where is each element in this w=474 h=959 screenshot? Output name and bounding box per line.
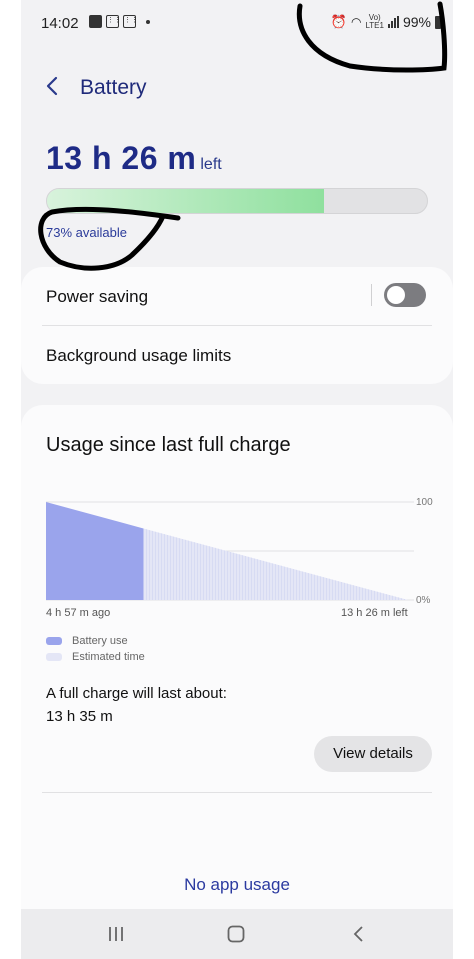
gallery-icon — [89, 15, 102, 28]
time-left: 13 h 26 m left — [46, 140, 222, 177]
back-arrow-icon[interactable] — [43, 74, 63, 98]
time-left-label: left — [200, 156, 222, 173]
volte-icon: Vo) LTE1 — [365, 13, 384, 30]
full-charge-value: 13 h 35 m — [46, 708, 113, 725]
battery-level-fill — [47, 189, 325, 213]
wifi-icon: ◠ — [350, 15, 362, 29]
toggle-separator — [371, 284, 372, 306]
alarm-icon: ⏰ — [330, 14, 347, 29]
status-time: 14:02 — [41, 15, 79, 32]
usage-chart — [46, 501, 414, 601]
battery-available: 73% available — [46, 225, 127, 240]
status-right: ⏰ ◠ Vo) LTE1 99% — [331, 14, 441, 30]
legend-swatch — [46, 653, 62, 661]
battery-icon — [435, 15, 441, 29]
battery-percent: 99% — [402, 14, 431, 30]
legend-label: Battery use — [72, 635, 128, 647]
background-usage-limits[interactable]: Background usage limits — [46, 346, 231, 366]
page-title: Battery — [80, 76, 147, 99]
status-bar: 14:02 ⋮⋮ ⋮⋮ ⏰ ◠ Vo) LTE1 99% — [21, 0, 453, 44]
app-grid-icon: ⋮⋮ — [106, 15, 121, 28]
x-tick-label: 13 h 26 m left — [341, 607, 408, 619]
signal-icon — [387, 16, 399, 28]
notification-icons: ⋮⋮ ⋮⋮ — [89, 15, 150, 28]
x-tick-label: 4 h 57 m ago — [46, 607, 111, 619]
battery-level-bar — [46, 188, 428, 214]
app-grid-icon-2: ⋮⋮ — [123, 15, 138, 28]
full-charge-label: A full charge will last about: — [46, 685, 227, 702]
legend-battery-use: Battery use — [46, 635, 128, 647]
legend-estimated-time: Estimated time — [46, 651, 145, 663]
back-nav-icon[interactable] — [343, 909, 373, 959]
y-tick-label: 100 — [416, 497, 433, 508]
usage-title: Usage since last full charge — [46, 434, 291, 456]
view-details-button[interactable]: View details — [314, 736, 432, 772]
toggle-knob — [387, 286, 405, 304]
power-saving-toggle[interactable] — [384, 283, 426, 307]
home-icon[interactable] — [221, 909, 251, 959]
time-left-value: 13 h 26 m — [46, 140, 197, 176]
divider — [42, 325, 432, 326]
legend-label: Estimated time — [72, 651, 145, 663]
navigation-bar — [21, 909, 453, 959]
legend-swatch — [46, 637, 62, 645]
phone-screen: 14:02 ⋮⋮ ⋮⋮ ⏰ ◠ Vo) LTE1 99% Battery 13 … — [21, 0, 453, 959]
y-tick-label: 0% — [416, 595, 431, 606]
battery-use-area — [46, 502, 144, 600]
power-saving-label[interactable]: Power saving — [46, 287, 148, 307]
divider — [42, 792, 432, 793]
more-notifications-icon — [146, 19, 150, 24]
recent-apps-icon[interactable] — [101, 909, 131, 959]
no-app-usage-link[interactable]: No app usage — [21, 875, 453, 895]
